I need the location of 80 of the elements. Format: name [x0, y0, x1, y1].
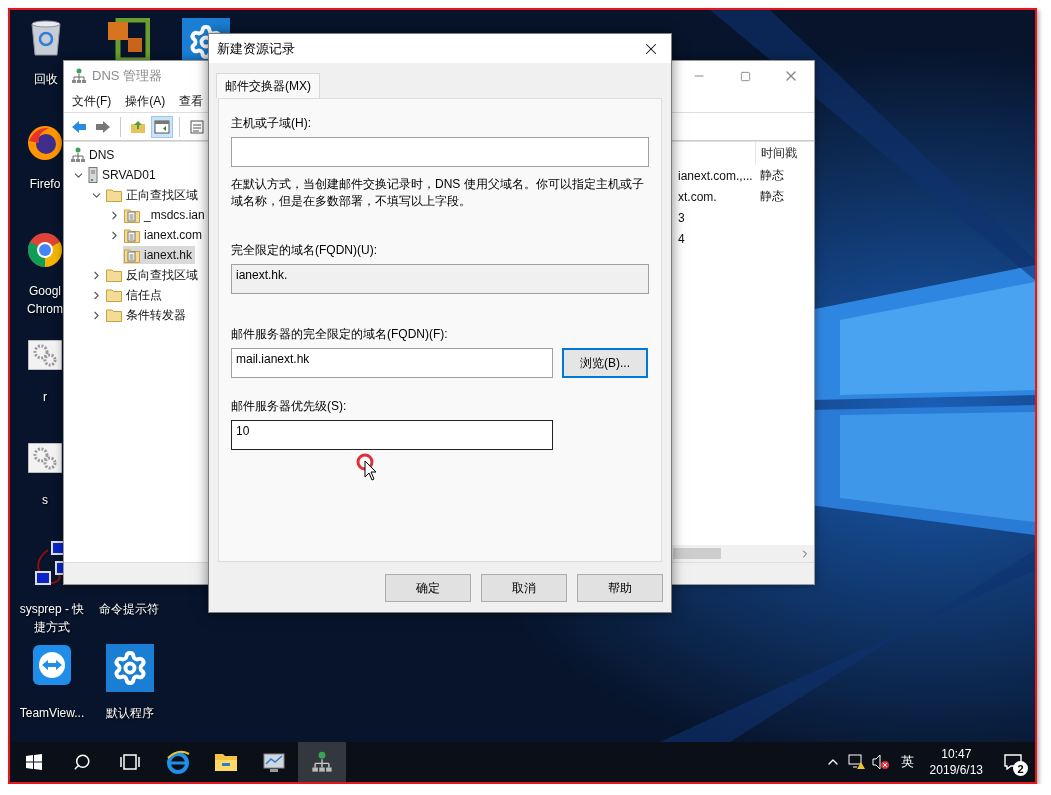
desktop-icon-label[interactable]: Firefo — [29, 175, 61, 193]
input-field[interactable]: mail.ianext.hk — [231, 348, 553, 378]
dns-server-icon — [312, 751, 332, 773]
tree-item[interactable]: DNS — [70, 146, 118, 164]
zone-file-icon — [124, 247, 140, 263]
cursor-icon — [355, 453, 379, 481]
browser-e-icon — [166, 750, 190, 774]
back-arrow-icon — [71, 119, 87, 134]
app-tile-icon — [106, 18, 150, 62]
dialog-button[interactable]: 确定 — [385, 574, 471, 602]
desktop-icon-label[interactable]: s — [42, 491, 48, 509]
field-label: 邮件服务器的完全限定的域名(FQDN)(F): — [231, 326, 449, 343]
clock[interactable]: 10:47 2019/6/13 — [921, 746, 991, 778]
desktop-icon-label[interactable]: TeamView... — [19, 704, 85, 722]
input-field[interactable]: 10 — [231, 420, 553, 450]
table-cell-text: 静态 — [759, 188, 785, 205]
taskbar-button[interactable] — [298, 742, 346, 782]
dialog-button[interactable]: 帮助 — [577, 574, 663, 602]
folder-icon — [106, 288, 122, 302]
field-label: 主机或子域(H): — [231, 115, 312, 132]
dialog-button[interactable]: 取消 — [481, 574, 567, 602]
folder-icon — [106, 188, 122, 202]
tree-item[interactable]: 反向查找区域 — [105, 265, 201, 285]
input-field[interactable]: ianext.hk. — [231, 264, 649, 294]
folder-icon — [106, 268, 122, 282]
dns-server-icon — [72, 68, 86, 84]
tab[interactable]: 邮件交换器(MX) — [216, 73, 320, 98]
folder-icon — [106, 308, 122, 322]
network-warning-icon[interactable] — [847, 754, 866, 770]
desktop-icon-label[interactable]: 命令提示符 — [99, 600, 159, 618]
maximize-icon[interactable] — [739, 70, 751, 82]
task-view-icon — [120, 754, 140, 770]
dns-server-icon — [71, 147, 85, 163]
input-method-indicator[interactable]: 英 — [892, 753, 922, 771]
monitor-app-icon — [262, 751, 286, 773]
table-cell-text: xt.com. — [677, 189, 718, 204]
recycle-bin-icon — [29, 18, 63, 56]
desktop-icon-label[interactable]: 回收 — [34, 70, 58, 88]
tree-item[interactable]: SRVAD01 — [87, 166, 159, 184]
speaker-muted-icon[interactable] — [871, 754, 890, 770]
folder-up-icon — [130, 119, 146, 134]
menu-item[interactable]: 操作(A) — [125, 93, 166, 110]
tree-item[interactable]: ianext.hk — [123, 246, 196, 264]
gear-tile-icon — [106, 644, 154, 692]
table-cell-text: ianext.com.,... — [677, 168, 754, 183]
search-icon — [73, 753, 91, 771]
zone-file-icon — [124, 207, 140, 223]
table-cell-text: 静态 — [759, 167, 785, 184]
dialog-title: 新建资源记录 — [217, 39, 296, 58]
desktop-icon-label[interactable]: sysprep - 快捷方式 — [14, 600, 90, 636]
desktop-icon-label[interactable]: 默认程序 — [106, 704, 154, 722]
folder-icon — [214, 752, 238, 772]
desktop-icon-label[interactable]: Googl Chrom — [26, 282, 64, 318]
window-title: DNS 管理器 — [92, 67, 164, 85]
tree-item[interactable]: ianext.com — [123, 226, 206, 244]
input-field[interactable] — [231, 137, 649, 167]
tree-item[interactable]: _msdcs.ian — [123, 206, 208, 224]
tree-item[interactable]: 正向查找区域 — [105, 185, 201, 205]
tree-item[interactable]: 条件转发器 — [105, 305, 189, 325]
table-cell-text: 3 — [677, 210, 686, 225]
properties-icon — [190, 119, 204, 134]
pane-icon — [154, 119, 170, 134]
table-cell-text: 4 — [677, 231, 686, 246]
column-header[interactable]: 时间戳 — [755, 142, 814, 165]
toolbar-button[interactable] — [151, 115, 173, 138]
firefox-icon — [27, 125, 63, 161]
desktop-icon-label[interactable]: r — [43, 388, 47, 406]
tree-item[interactable]: 信任点 — [105, 285, 165, 305]
teamviewer-icon — [32, 644, 72, 686]
description-text: 在默认方式，当创建邮件交换记录时，DNS 使用父域名。你可以指定主机或子域名称，但是在多数部署，不填写以上字段。 — [231, 176, 645, 210]
field-label: 邮件服务器优先级(S): — [231, 398, 348, 415]
notification-count: 2 — [1013, 761, 1028, 776]
forward-arrow-icon — [95, 119, 111, 134]
server-icon — [88, 167, 98, 183]
zone-file-icon — [124, 227, 140, 243]
menu-item[interactable]: 文件(F) — [72, 93, 112, 110]
browse-button[interactable]: 浏览(B)... — [562, 348, 648, 378]
field-label: 完全限定的域名(FQDN)(U): — [231, 242, 378, 259]
menu-item[interactable]: 查看 — [179, 93, 204, 110]
windows-start-icon — [26, 754, 42, 770]
